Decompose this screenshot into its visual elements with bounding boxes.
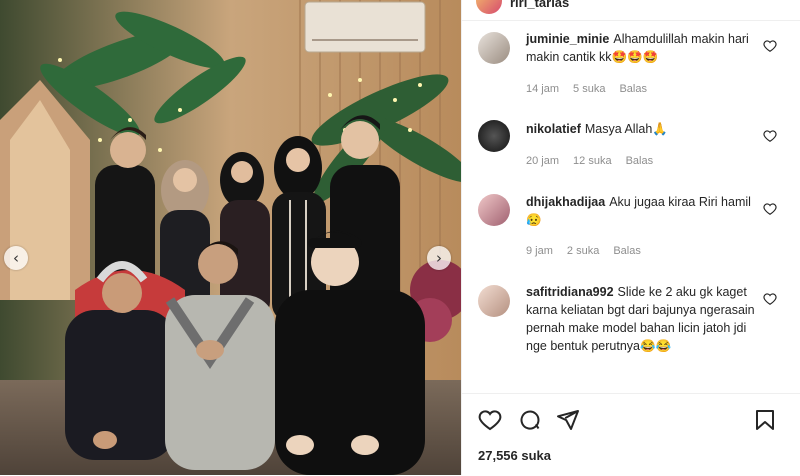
- chevron-right-icon: ›: [436, 249, 442, 267]
- comment-username[interactable]: juminie_minie: [526, 32, 609, 46]
- heart-icon[interactable]: [763, 292, 777, 306]
- share-icon[interactable]: [556, 408, 580, 432]
- heart-icon[interactable]: [478, 408, 502, 432]
- comment-likes[interactable]: 2 suka: [567, 245, 599, 257]
- reply-button[interactable]: Balas: [619, 83, 647, 95]
- post-author-avatar[interactable]: [476, 0, 502, 14]
- avatar[interactable]: [478, 120, 510, 152]
- comment-username[interactable]: dhijakhadijaa: [526, 195, 605, 209]
- comment-text: Masya Allah🙏: [584, 122, 668, 136]
- comment-username[interactable]: safitridiana992: [526, 285, 614, 299]
- likes-count[interactable]: 27,556 suka: [478, 448, 551, 463]
- comment-body: dhijakhadijaa Aku jugaa kiraa Riri hamil😥: [526, 193, 766, 229]
- avatar[interactable]: [478, 285, 510, 317]
- comment-likes[interactable]: 5 suka: [573, 83, 605, 95]
- comment-username[interactable]: nikolatief: [526, 122, 581, 136]
- comment-body: safitridiana992 Slide ke 2 aku gk kaget k…: [526, 283, 766, 355]
- group-photo-illustration: [0, 0, 461, 475]
- comment-meta: 9 jam 2 suka Balas: [526, 245, 655, 257]
- avatar[interactable]: [478, 194, 510, 226]
- comments-panel: riri_tarias juminie_minie Alhamdulillah m…: [461, 0, 800, 475]
- heart-icon[interactable]: [763, 202, 777, 216]
- avatar[interactable]: [478, 32, 510, 64]
- comment-time: 20 jam: [526, 155, 560, 167]
- next-slide-button[interactable]: ›: [427, 246, 451, 270]
- chevron-left-icon: ‹: [13, 249, 19, 267]
- reply-button[interactable]: Balas: [626, 155, 654, 167]
- previous-slide-button[interactable]: ‹: [4, 246, 28, 270]
- comment-body: nikolatief Masya Allah🙏: [526, 120, 766, 138]
- post-header: riri_tarias: [462, 0, 800, 21]
- reply-button[interactable]: Balas: [613, 245, 641, 257]
- comment-meta: 20 jam 12 suka Balas: [526, 155, 667, 167]
- heart-icon[interactable]: [763, 39, 777, 53]
- comment-time: 14 jam: [526, 83, 560, 95]
- post-actions: 27,556 suka: [462, 393, 800, 476]
- post-photo: ‹ ›: [0, 0, 461, 475]
- comment-icon[interactable]: [518, 408, 542, 432]
- comment-likes[interactable]: 12 suka: [573, 155, 612, 167]
- post-author-username[interactable]: riri_tarias: [510, 0, 569, 10]
- comment-meta: 14 jam 5 suka Balas: [526, 83, 661, 95]
- heart-icon[interactable]: [763, 129, 777, 143]
- bookmark-icon[interactable]: [753, 408, 777, 432]
- comment-body: juminie_minie Alhamdulillah makin hari ma…: [526, 30, 766, 66]
- comment-time: 9 jam: [526, 245, 553, 257]
